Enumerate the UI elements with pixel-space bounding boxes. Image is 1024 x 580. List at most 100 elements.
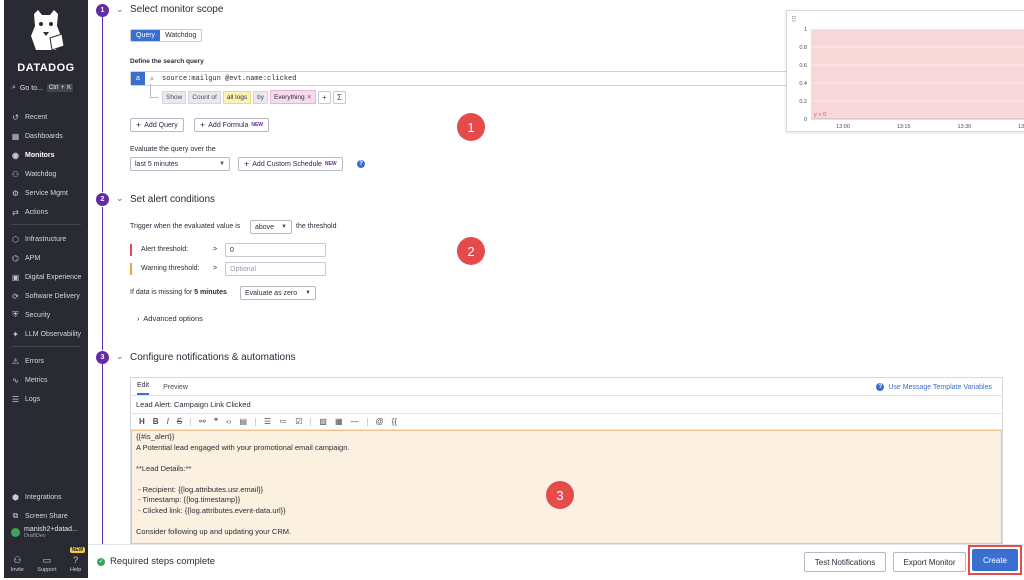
query-text[interactable]: source:mailgun @evt.name:clicked — [159, 75, 296, 83]
agg-count-of[interactable]: Count of — [188, 90, 221, 104]
sidebar-item-recent[interactable]: ↺ Recent — [11, 111, 47, 123]
code-icon[interactable]: ‹› — [226, 417, 231, 426]
query-preview-chart: ⠿ ✕ 10.80.60.40.2013:0013:1513:3013:45y … — [786, 10, 1024, 132]
heading-icon[interactable]: H — [139, 417, 145, 426]
close-icon[interactable]: ✕ — [306, 94, 311, 101]
invite-button[interactable]: ⚇ Invite — [11, 555, 24, 578]
bold-icon[interactable]: B — [153, 417, 159, 426]
sidebar-item-service-mgmt[interactable]: ⚙ Service Mgmt — [11, 187, 68, 199]
add-group-button[interactable]: + — [317, 90, 331, 104]
help-button[interactable]: NEW? Help — [69, 547, 86, 578]
table-icon[interactable]: ▦ — [335, 417, 343, 426]
tab-preview[interactable]: Preview — [163, 384, 188, 395]
digital-experience-icon: ▣ — [11, 272, 20, 282]
sidebar-item-digital-experience[interactable]: ▣ Digital Experience — [11, 271, 82, 283]
sidebar-item-integrations[interactable]: ⬢ Integrations — [11, 491, 62, 503]
image-icon[interactable]: ▨ — [319, 417, 327, 426]
link-icon[interactable]: ⚯ — [199, 417, 206, 426]
export-monitor-button[interactable]: Export Monitor — [893, 552, 966, 572]
code-block-icon[interactable]: ▤ — [239, 417, 247, 426]
strikethrough-icon[interactable]: S — [177, 417, 182, 426]
chevron-down-icon[interactable]: ⌄ — [116, 193, 124, 204]
horizontal-rule-icon[interactable]: — — [351, 417, 359, 426]
dashboard-icon: ▦ — [11, 131, 20, 141]
support-button[interactable]: ▭ Support — [37, 555, 56, 578]
section-title-scope[interactable]: Select monitor scope — [130, 4, 223, 15]
check-circle-icon: ✓ — [97, 557, 105, 566]
sidebar-item-errors[interactable]: ⚠ Errors — [11, 355, 44, 367]
sidebar-item-watchdog[interactable]: ⚇ Watchdog — [11, 168, 56, 180]
sidebar: DATADOG ⌕ Go to... Ctrl + K ↺ Recent ▦ Das… — [4, 0, 88, 578]
user-account[interactable]: manish2+datad... DraftDev — [11, 526, 78, 539]
sidebar-item-llm-observability[interactable]: ✦ LLM Observability — [11, 328, 81, 340]
section-title-alert-conditions[interactable]: Set alert conditions — [130, 194, 215, 205]
toolbar-divider — [255, 417, 257, 426]
help-icon[interactable]: ? — [357, 160, 365, 168]
add-custom-schedule-button[interactable]: + Add Custom Schedule NEW — [238, 157, 343, 171]
alert-threshold-input[interactable]: 0 — [225, 243, 326, 257]
test-notifications-button[interactable]: Test Notifications — [804, 552, 886, 572]
datadog-logo[interactable]: DATADOG — [4, 6, 88, 76]
tab-edit[interactable]: Edit — [137, 382, 150, 395]
sidebar-item-metrics[interactable]: ∿ Metrics — [11, 374, 48, 386]
add-query-button[interactable]: + Add Query — [130, 118, 184, 132]
agg-group-everything[interactable]: Everything ✕ — [269, 90, 316, 104]
section-title-notifications[interactable]: Configure notifications & automations — [130, 352, 296, 363]
warning-threshold-input[interactable]: Optional — [225, 262, 326, 276]
italic-icon[interactable]: I — [167, 417, 169, 426]
sigma-icon[interactable]: Σ — [332, 90, 346, 104]
missing-data-duration: 5 minutes — [194, 289, 227, 296]
notification-title-input[interactable]: Lead Alert: Campaign Link Clicked — [131, 396, 1002, 414]
checklist-icon[interactable]: ☑ — [295, 417, 302, 426]
goto-search[interactable]: ⌕ Go to... Ctrl + K — [12, 84, 74, 92]
sidebar-item-security[interactable]: ⛨ Security — [11, 309, 51, 321]
sidebar-item-label: Watchdog — [25, 170, 57, 178]
dog-logo-icon — [31, 10, 65, 51]
x-tick-label: 13:30 — [957, 124, 971, 130]
sidebar-item-actions[interactable]: ⇄ Actions — [11, 206, 48, 218]
sidebar-item-logs[interactable]: ☰ Logs — [11, 393, 40, 405]
caret-down-icon: ▼ — [305, 290, 311, 296]
toolbar-divider — [190, 417, 192, 426]
sidebar-item-infrastructure[interactable]: ⬡ Infrastructure — [11, 233, 66, 245]
toolbar-divider — [310, 417, 312, 426]
trigger-operator-select[interactable]: above ▼ — [250, 220, 292, 234]
template-variable-icon[interactable]: {{ — [392, 417, 397, 426]
callout-marker-3: 3 — [546, 481, 574, 509]
sidebar-item-label: Security — [25, 311, 51, 319]
create-button[interactable]: Create — [972, 549, 1018, 571]
y-tick-label: 1 — [804, 27, 807, 33]
sidebar-item-label: LLM Observability — [25, 330, 82, 338]
toolbar-divider — [366, 417, 368, 426]
sidebar-item-label: Metrics — [25, 376, 48, 384]
chevron-down-icon[interactable]: ⌄ — [116, 4, 124, 15]
sidebar-item-screen-share[interactable]: ⧉ Screen Share — [11, 510, 68, 522]
sidebar-item-software-delivery[interactable]: ⟳ Software Delivery — [11, 290, 80, 302]
logs-icon: ☰ — [11, 394, 20, 404]
tab-watchdog[interactable]: Watchdog — [160, 30, 201, 41]
warning-color-bar — [130, 263, 132, 275]
sidebar-item-apm[interactable]: ⌬ APM — [11, 252, 40, 264]
quote-icon[interactable]: ❞ — [214, 417, 218, 426]
chevron-down-icon[interactable]: ⌄ — [116, 351, 124, 362]
search-icon: ⌕ — [149, 73, 155, 83]
trigger-operator-value: above — [255, 223, 275, 231]
new-badge: NEW — [324, 161, 337, 167]
y-tick-label: 0 — [804, 117, 807, 123]
missing-data-select[interactable]: Evaluate as zero ▼ — [240, 286, 316, 300]
trigger-suffix: the threshold — [296, 223, 337, 230]
sidebar-item-monitors[interactable]: ◉ Monitors — [11, 149, 55, 161]
integrations-icon: ⬢ — [12, 492, 19, 502]
bulleted-list-icon[interactable]: ☰ — [264, 417, 271, 426]
tab-query[interactable]: Query — [131, 30, 161, 41]
add-formula-button[interactable]: + Add Formula NEW — [194, 118, 270, 132]
evaluation-window-select[interactable]: last 5 minutes ▼ — [130, 157, 230, 171]
mention-icon[interactable]: @ — [376, 417, 384, 426]
agg-by: by — [253, 90, 268, 104]
numbered-list-icon[interactable]: ≔ — [279, 417, 287, 426]
agg-all-logs[interactable]: all logs — [222, 90, 252, 104]
plus-icon: + — [244, 159, 250, 169]
advanced-options-toggle[interactable]: › Advanced options — [137, 314, 203, 323]
sidebar-item-dashboards[interactable]: ▦ Dashboards — [11, 130, 63, 142]
template-variables-link[interactable]: ? Use Message Template Variables — [876, 383, 992, 391]
